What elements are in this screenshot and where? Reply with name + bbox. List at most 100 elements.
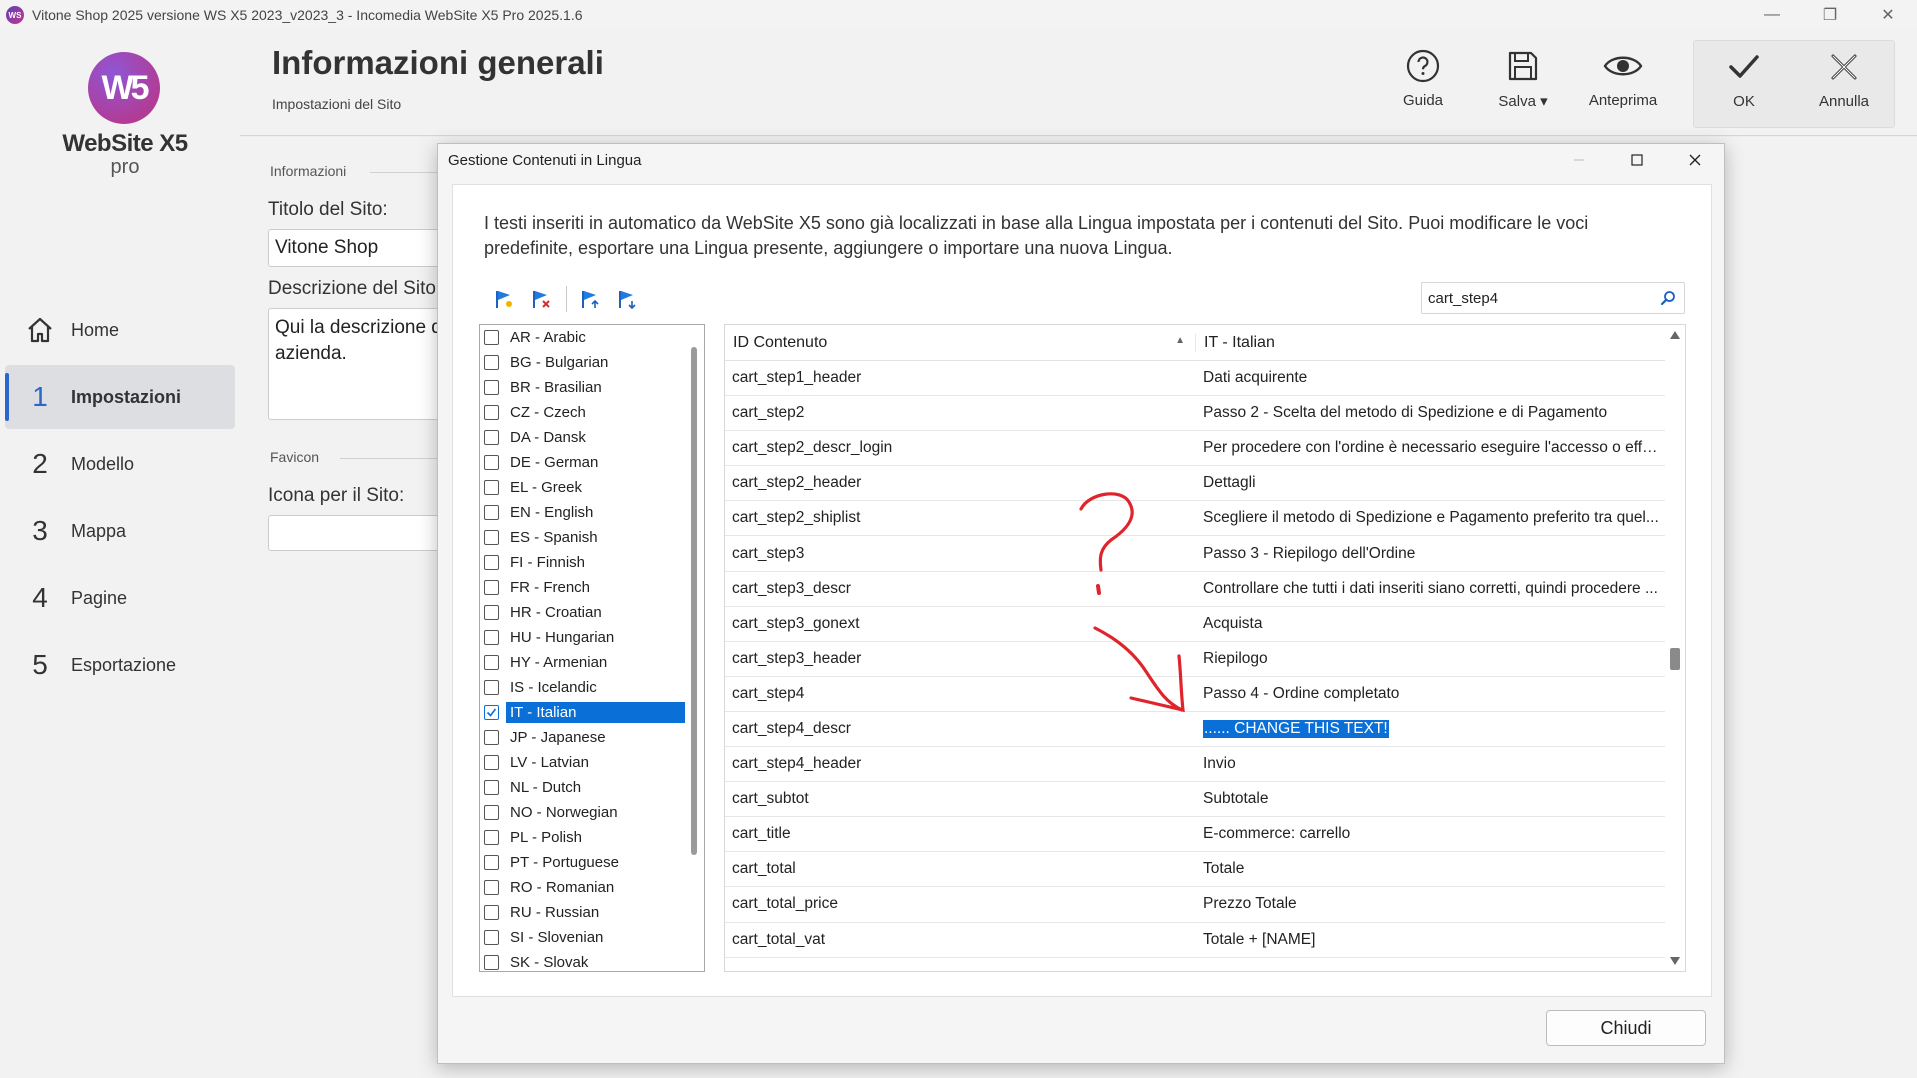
language-item[interactable]: EL - Greek: [480, 475, 704, 500]
language-checkbox[interactable]: [484, 855, 499, 870]
search-box[interactable]: cart_step4: [1421, 282, 1685, 314]
language-item[interactable]: PT - Portuguese: [480, 850, 704, 875]
search-icon[interactable]: [1652, 290, 1684, 306]
language-checkbox[interactable]: [484, 530, 499, 545]
content-text-cell[interactable]: Controllare che tutti i dati inseriti si…: [1195, 580, 1665, 598]
table-row[interactable]: cart_step3_descr Controllare che tutti i …: [725, 572, 1665, 607]
language-checkbox[interactable]: [484, 330, 499, 345]
table-row[interactable]: cart_step4 Passo 4 - Ordine completato: [725, 677, 1665, 712]
language-item[interactable]: SK - Slovak: [480, 950, 704, 971]
table-row[interactable]: cart_step1_header Dati acquirente: [725, 361, 1665, 397]
column-header-id[interactable]: ID Contenuto ▲: [725, 334, 1195, 352]
content-text-cell[interactable]: Riepilogo: [1195, 650, 1665, 668]
search-input[interactable]: cart_step4: [1422, 290, 1652, 307]
language-checkbox[interactable]: [484, 755, 499, 770]
content-text-cell[interactable]: Scegliere il metodo di Spedizione e Paga…: [1195, 509, 1665, 527]
language-checkbox[interactable]: [484, 605, 499, 620]
language-checkbox[interactable]: [484, 655, 499, 670]
table-row[interactable]: cart_step2_descr_login Per procedere con …: [725, 431, 1665, 467]
content-text-cell[interactable]: Invio: [1195, 755, 1665, 773]
table-row[interactable]: cart_step4_descr ...... CHANGE THIS TEXT!: [725, 712, 1665, 748]
table-row[interactable]: cart_step3_header Riepilogo: [725, 642, 1665, 677]
preview-button[interactable]: Anteprima: [1573, 40, 1673, 128]
guide-button[interactable]: Guida: [1373, 40, 1473, 128]
language-checkbox[interactable]: [484, 730, 499, 745]
language-checkbox[interactable]: [484, 830, 499, 845]
language-checkbox[interactable]: [484, 405, 499, 420]
add-language-button[interactable]: [489, 285, 519, 313]
language-item[interactable]: DE - German: [480, 450, 704, 475]
scroll-down-icon[interactable]: [1670, 957, 1680, 965]
language-item[interactable]: PL - Polish: [480, 825, 704, 850]
import-language-button[interactable]: [575, 285, 605, 313]
language-checkbox[interactable]: [484, 905, 499, 920]
scroll-thumb[interactable]: [1670, 648, 1680, 670]
dialog-close-button[interactable]: [1666, 144, 1724, 176]
language-checkbox[interactable]: [484, 805, 499, 820]
table-row[interactable]: cart_step3_gonext Acquista: [725, 607, 1665, 642]
content-text-cell[interactable]: ...... CHANGE THIS TEXT!: [1195, 719, 1665, 738]
language-item[interactable]: NL - Dutch: [480, 775, 704, 800]
nav-item-esportazione[interactable]: 5 Esportazione: [5, 633, 235, 697]
table-row[interactable]: cart_total Totale: [725, 852, 1665, 888]
table-row[interactable]: cart_step4_header Invio: [725, 747, 1665, 783]
nav-item-impostazioni[interactable]: 1 Impostazioni: [5, 365, 235, 429]
content-text-cell[interactable]: Dettagli: [1195, 474, 1665, 492]
scroll-up-icon[interactable]: [1670, 331, 1680, 339]
language-checkbox[interactable]: [484, 705, 499, 720]
minimize-button[interactable]: —: [1743, 0, 1801, 30]
save-button[interactable]: Salva ▾: [1473, 40, 1573, 128]
content-text-cell[interactable]: Per procedere con l'ordine è necessario …: [1195, 439, 1665, 457]
language-item[interactable]: HR - Croatian: [480, 600, 704, 625]
selected-text[interactable]: ...... CHANGE THIS TEXT!: [1203, 719, 1389, 738]
content-text-cell[interactable]: Acquista: [1195, 615, 1665, 633]
language-item[interactable]: ES - Spanish: [480, 525, 704, 550]
language-checkbox[interactable]: [484, 680, 499, 695]
language-item[interactable]: CZ - Czech: [480, 400, 704, 425]
remove-language-button[interactable]: [526, 285, 556, 313]
nav-item-mappa[interactable]: 3 Mappa: [5, 499, 235, 563]
language-checkbox[interactable]: [484, 580, 499, 595]
table-row[interactable]: cart_step2_header Dettagli: [725, 466, 1665, 502]
language-checkbox[interactable]: [484, 780, 499, 795]
language-item[interactable]: FI - Finnish: [480, 550, 704, 575]
restore-button[interactable]: ❐: [1801, 0, 1859, 30]
language-item[interactable]: RO - Romanian: [480, 875, 704, 900]
table-row[interactable]: cart_step2_shiplist Scegliere il metodo d…: [725, 501, 1665, 537]
language-item[interactable]: IS - Icelandic: [480, 675, 704, 700]
table-scrollbar[interactable]: [1665, 325, 1685, 971]
table-row[interactable]: cart_step3 Passo 3 - Riepilogo dell'Ordin…: [725, 536, 1665, 572]
language-checkbox[interactable]: [484, 480, 499, 495]
language-checkbox[interactable]: [484, 630, 499, 645]
ok-button[interactable]: OK: [1694, 41, 1794, 129]
table-row[interactable]: cart_subtot Subtotale: [725, 782, 1665, 818]
nav-item-home[interactable]: Home: [5, 298, 235, 362]
content-text-cell[interactable]: Passo 2 - Scelta del metodo di Spedizion…: [1195, 404, 1665, 422]
language-item[interactable]: HU - Hungarian: [480, 625, 704, 650]
content-text-cell[interactable]: Totale: [1195, 860, 1665, 878]
language-item[interactable]: LV - Latvian: [480, 750, 704, 775]
language-checkbox[interactable]: [484, 555, 499, 570]
language-item[interactable]: NO - Norwegian: [480, 800, 704, 825]
content-text-cell[interactable]: Prezzo Totale: [1195, 895, 1665, 913]
content-text-cell[interactable]: Passo 4 - Ordine completato: [1195, 685, 1665, 703]
language-item[interactable]: IT - Italian: [480, 700, 704, 725]
close-window-button[interactable]: ✕: [1859, 0, 1917, 30]
language-list-scrollbar[interactable]: [691, 347, 697, 855]
dialog-maximize-button[interactable]: [1608, 144, 1666, 176]
language-checkbox[interactable]: [484, 955, 499, 970]
language-item[interactable]: SI - Slovenian: [480, 925, 704, 950]
language-item[interactable]: FR - French: [480, 575, 704, 600]
language-item[interactable]: BG - Bulgarian: [480, 350, 704, 375]
nav-item-modello[interactable]: 2 Modello: [5, 432, 235, 496]
export-language-button[interactable]: [612, 285, 642, 313]
language-checkbox[interactable]: [484, 505, 499, 520]
language-checkbox[interactable]: [484, 930, 499, 945]
language-checkbox[interactable]: [484, 880, 499, 895]
language-checkbox[interactable]: [484, 430, 499, 445]
table-row[interactable]: cart_total_vat Totale + [NAME]: [725, 923, 1665, 958]
chiudi-button[interactable]: Chiudi: [1546, 1010, 1706, 1046]
column-header-language[interactable]: IT - Italian: [1195, 333, 1665, 352]
language-item[interactable]: EN - English: [480, 500, 704, 525]
language-item[interactable]: BR - Brasilian: [480, 375, 704, 400]
